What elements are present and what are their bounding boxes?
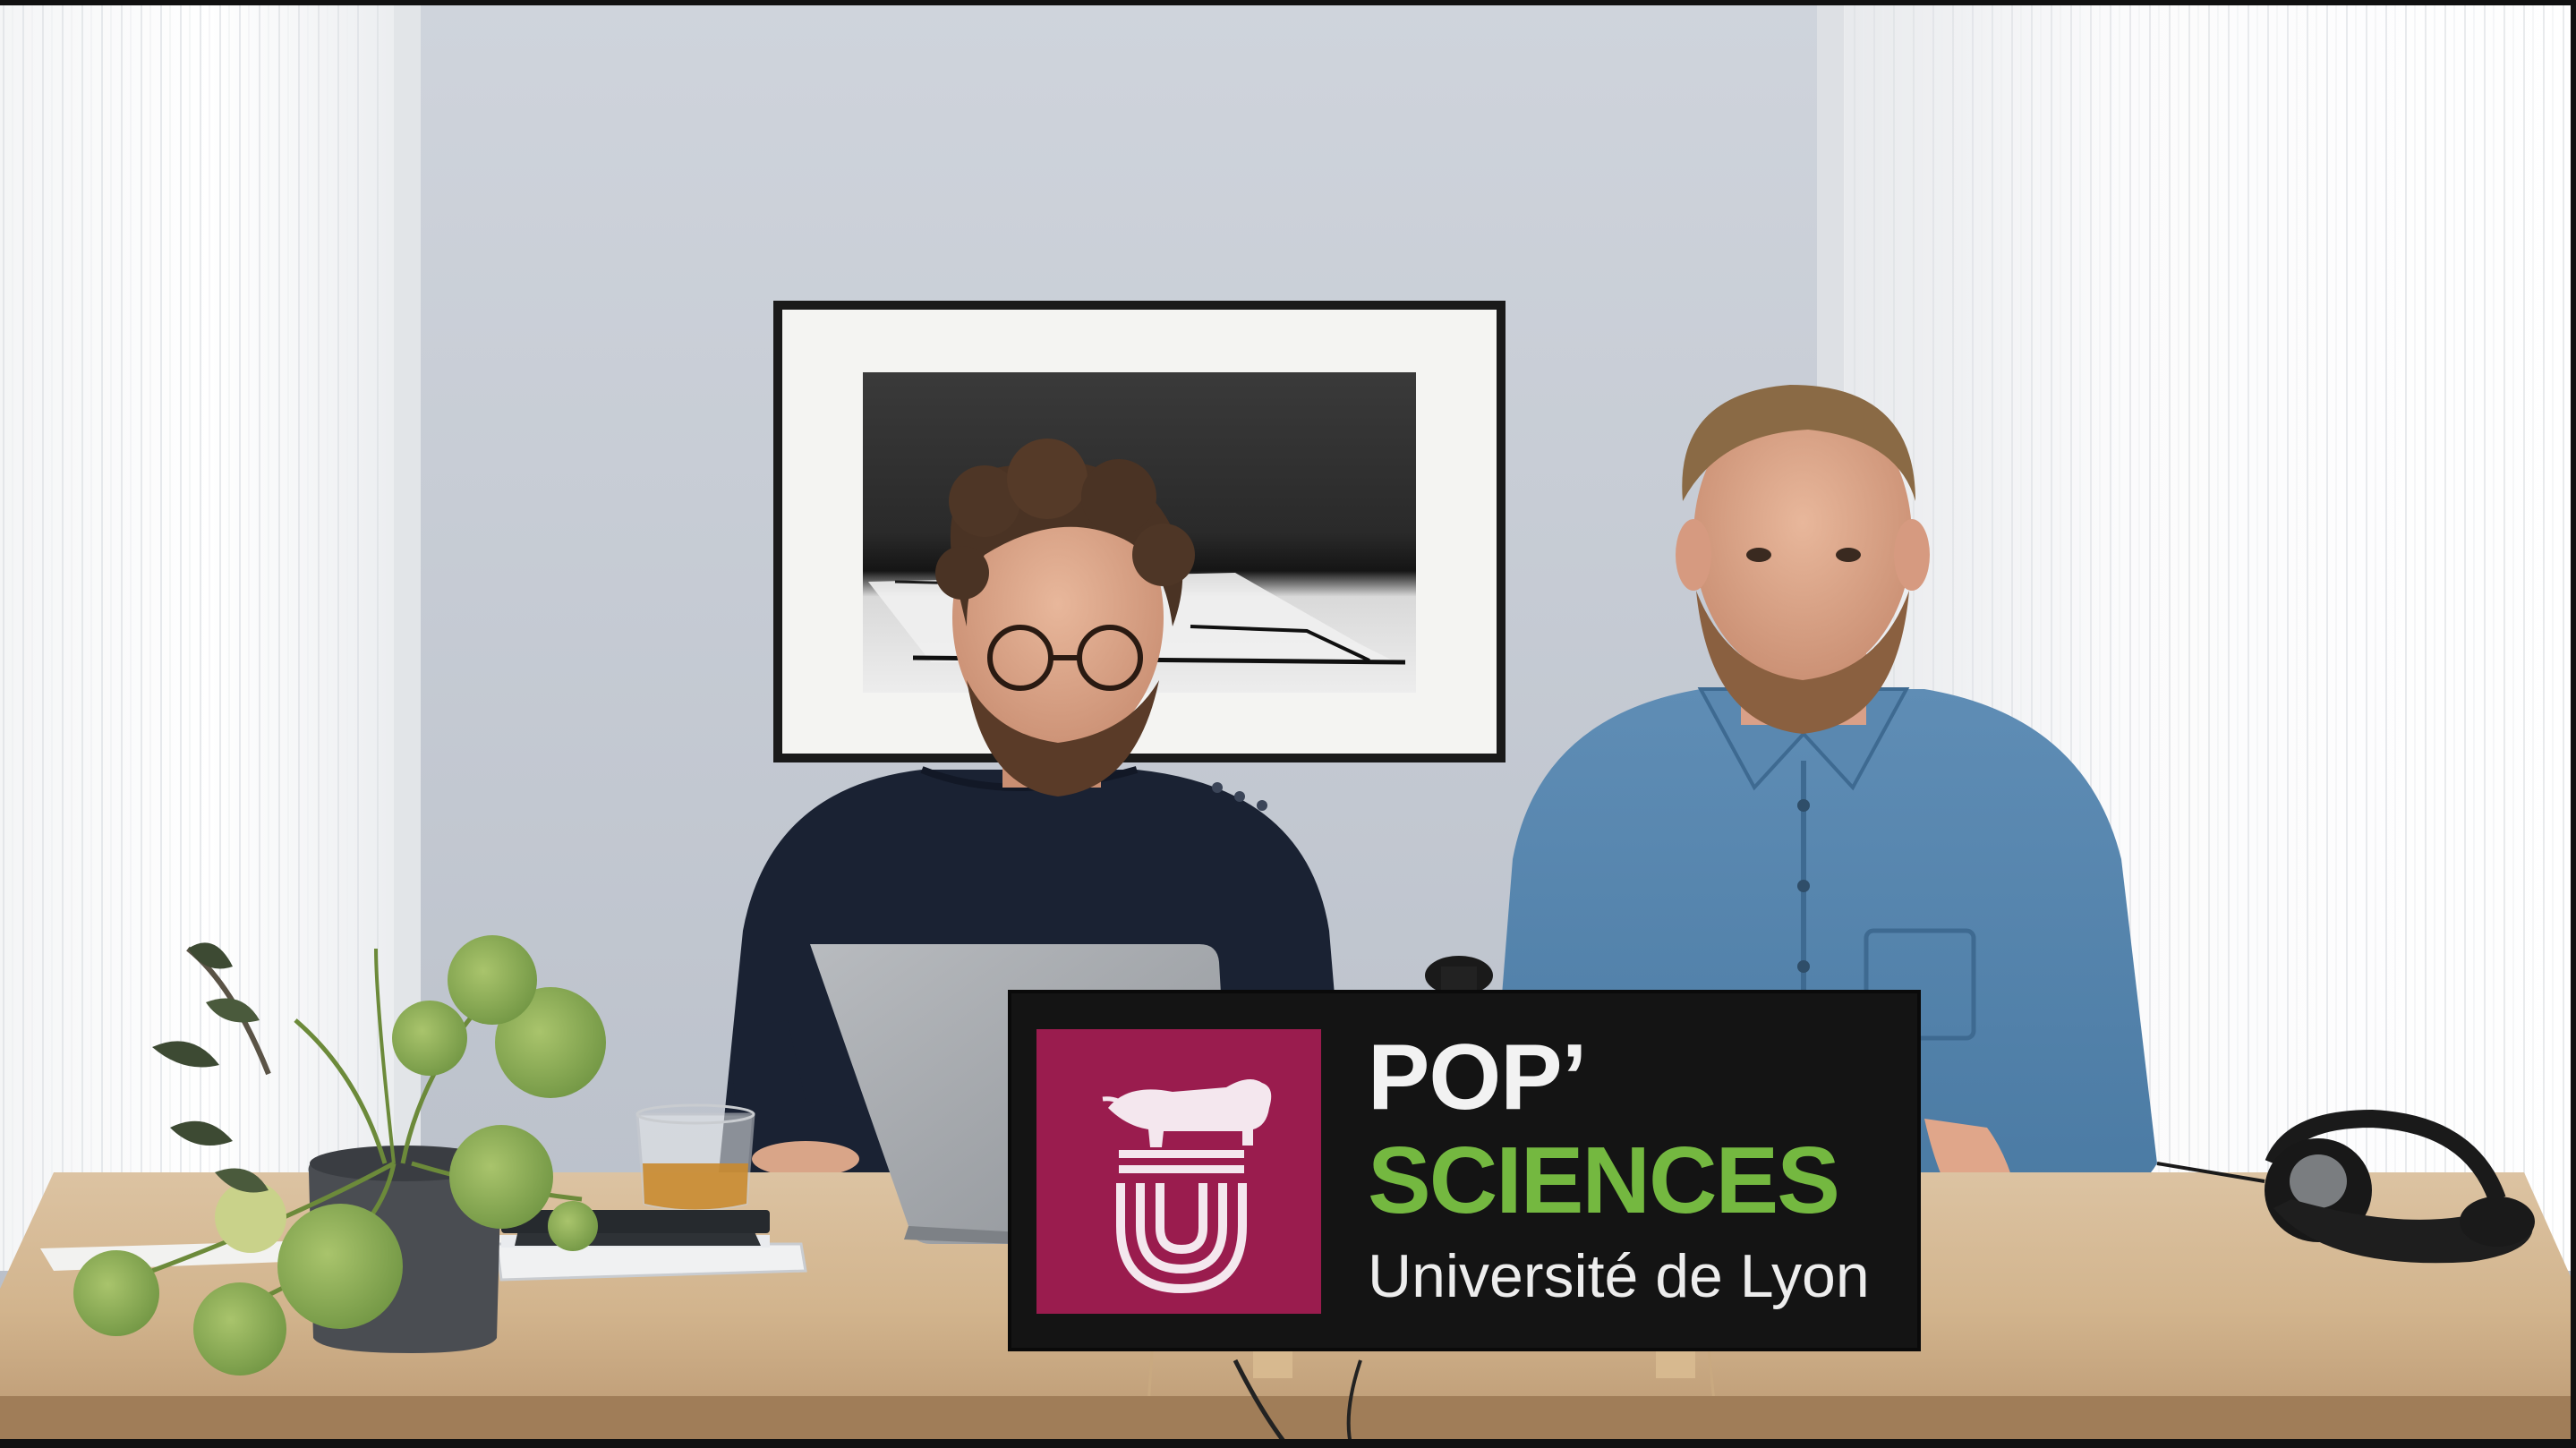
- studio-scene: [0, 0, 2576, 1448]
- sign-title-pop: POP’: [1368, 1026, 1588, 1129]
- sign-subtitle-university: Université de Lyon: [1368, 1242, 1870, 1310]
- whisky-glass: [635, 1103, 755, 1212]
- sign-text-block: POP’ SCIENCES Université de Lyon: [1368, 1020, 1923, 1342]
- video-frame: POP’ SCIENCES Université de Lyon: [0, 0, 2576, 1448]
- left-curtain: [0, 0, 421, 1271]
- sign-title-sciences: SCIENCES: [1368, 1128, 1840, 1233]
